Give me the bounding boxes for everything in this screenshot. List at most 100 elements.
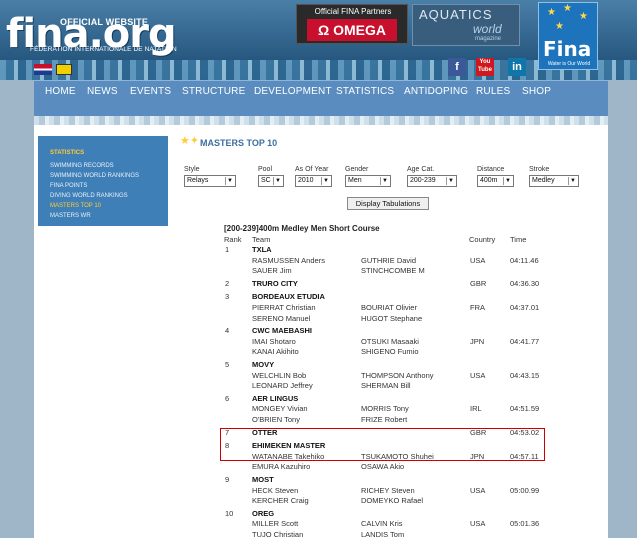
language-flag-icon[interactable] [56,64,72,75]
distance-select[interactable]: 400m ▼ [477,175,514,187]
stroke-select[interactable]: Medley ▼ [529,175,579,187]
pool-select[interactable]: SC ▼ [258,175,284,187]
age-label: Age Cat. [407,166,435,173]
site-header: fina.org OFFICIAL WEBSITE FÉDÉRATION INT… [0,0,637,80]
main-nav: HOME NEWS EVENTS STRUCTURE DEVELOPMENT S… [34,80,608,116]
rank-cell: 10 [225,508,234,518]
chevron-down-icon: ▼ [321,177,330,185]
nav-statistics[interactable]: STATISTICS [336,81,394,117]
stroke-label: Stroke [529,166,550,173]
team-name: MOVY [252,360,275,369]
statistics-sidebar: STATISTICS SWIMMING RECORDS SWIMMING WOR… [38,136,168,226]
country-cell: JPN [470,451,485,461]
rank-cell: 5 [225,360,230,369]
uk-flag-icon[interactable] [34,64,52,75]
omega-logo[interactable]: Ω OMEGA [307,19,397,41]
year-select[interactable]: 2010 ▼ [295,175,332,187]
swimmer-name: MORRIS Tony [361,404,409,414]
col-time-header: Time [510,235,527,244]
col-team-header: Team [252,235,271,244]
country-cell: IRL [470,404,482,414]
swimmer-name: LEONARD Jeffrey [252,381,313,391]
time-cell: 04:41.77 [510,336,540,346]
team-name: MOST [252,475,274,484]
nav-antidoping[interactable]: ANTIDOPING [404,81,468,117]
team-name: CWC MAEBASHI [252,326,312,336]
chevron-down-icon: ▼ [273,177,282,185]
country-cell: FRA [470,303,485,312]
fina-badge-logo[interactable]: ★ ★ ★ ★ Fina Water is Our World [538,2,598,70]
swimmer-name: IMAI Shotaro [252,336,296,346]
age-select[interactable]: 200-239 ▼ [407,175,457,187]
country-cell: GBR [470,278,487,288]
display-tabulations-button[interactable]: Display Tabulations [347,197,429,210]
gender-label: Gender [345,166,369,173]
time-cell: 04:43.15 [510,370,540,380]
swimmer-name: WELCHLIN Bob [252,370,307,380]
linkedin-icon[interactable]: in [508,58,526,76]
nav-structure[interactable]: STRUCTURE [182,81,245,117]
team-name: OREG [252,508,275,518]
sidebar-item-fina-points[interactable]: FINA POINTS [50,181,168,191]
nav-shop[interactable]: SHOP [522,81,551,117]
swimmer-name: FRIZE Robert [361,415,408,424]
time-cell: 04:53.02 [510,427,540,437]
style-select[interactable]: Relays ▼ [184,175,236,187]
sidebar-item-masters-top-10[interactable]: MASTERS TOP 10 [50,201,168,211]
sidebar-item-masters-wr[interactable]: MASTERS WR [50,211,168,221]
swimmer-name: GUTHRIE David [361,255,417,265]
country-cell: GBR [470,427,487,437]
star-icon: ★ [555,21,564,32]
star-icon: ★ [579,11,588,22]
swimmer-name: CALVIN Kris [361,519,403,529]
youtube-icon[interactable]: You Tube [476,58,494,76]
swimmer-name: KERCHER Craig [252,496,309,506]
nav-news[interactable]: NEWS [87,81,118,117]
star-icon: ★ [563,3,572,14]
chevron-down-icon: ▼ [503,177,512,185]
col-rank-header: Rank [224,235,242,244]
partners-banner[interactable]: Official FINA Partners Ω OMEGA [296,4,408,44]
swimmer-name: HUGOT Stephane [361,313,423,323]
gender-select-value: Men [348,177,362,184]
swimmer-name: RICHEY Steven [361,485,415,495]
nav-rules[interactable]: RULES [476,81,510,117]
swimmer-name: THOMPSON Anthony [361,370,434,380]
sidebar-item-swimming-records[interactable]: SWIMMING RECORDS [50,161,168,171]
aquatics-world-banner[interactable]: AQUATICS world magazine [412,4,520,46]
swimmer-name: BOURIAT Olivier [361,303,417,312]
rank-cell: 4 [225,326,230,336]
chevron-down-icon: ▼ [380,177,389,185]
country-cell: USA [470,370,486,380]
swimmer-name: SERENO Manuel [252,313,311,323]
team-name: TXLA [252,245,272,254]
partners-label: Official FINA Partners [314,7,392,16]
swimmer-name: RASMUSSEN Anders [252,255,325,265]
chevron-down-icon: ▼ [446,177,455,185]
nav-events[interactable]: EVENTS [130,81,171,117]
facebook-icon[interactable]: f [448,58,466,76]
sidebar-item-diving-world-rankings[interactable]: DIVING WORLD RANKINGS [50,191,168,201]
nav-home[interactable]: HOME [45,81,76,117]
time-cell: 04:36.30 [510,278,540,288]
aquatics-title: AQUATICS [419,7,493,22]
logo-federation-name: FÉDÉRATION INTERNATIONALE DE NATATION [30,46,177,53]
team-name: AER LINGUS [252,393,299,403]
year-label: As Of Year [295,166,329,173]
time-cell: 04:57.11 [510,451,539,461]
distance-select-value: 400m [480,177,498,184]
swimmer-name: TUJO Christian [252,530,304,538]
gender-select[interactable]: Men ▼ [345,175,391,187]
sidebar-item-swimming-world-rankings[interactable]: SWIMMING WORLD RANKINGS [50,171,168,181]
nav-development[interactable]: DEVELOPMENT [254,81,332,117]
page-title: MASTERS TOP 10 [200,138,278,148]
swimmer-name: MILLER Scott [252,519,299,529]
age-select-value: 200-239 [410,177,436,184]
swimmer-name: PIERRAT Christian [252,303,316,312]
swimmer-name: LANDIS Tom [361,530,405,538]
swimmer-name: KANAI Akihito [252,347,299,357]
swimmer-name: OTSUKI Masaaki [361,336,419,346]
team-name: OTTER [252,427,278,437]
country-cell: JPN [470,336,485,346]
swimmer-name: O'BRIEN Tony [252,415,300,424]
